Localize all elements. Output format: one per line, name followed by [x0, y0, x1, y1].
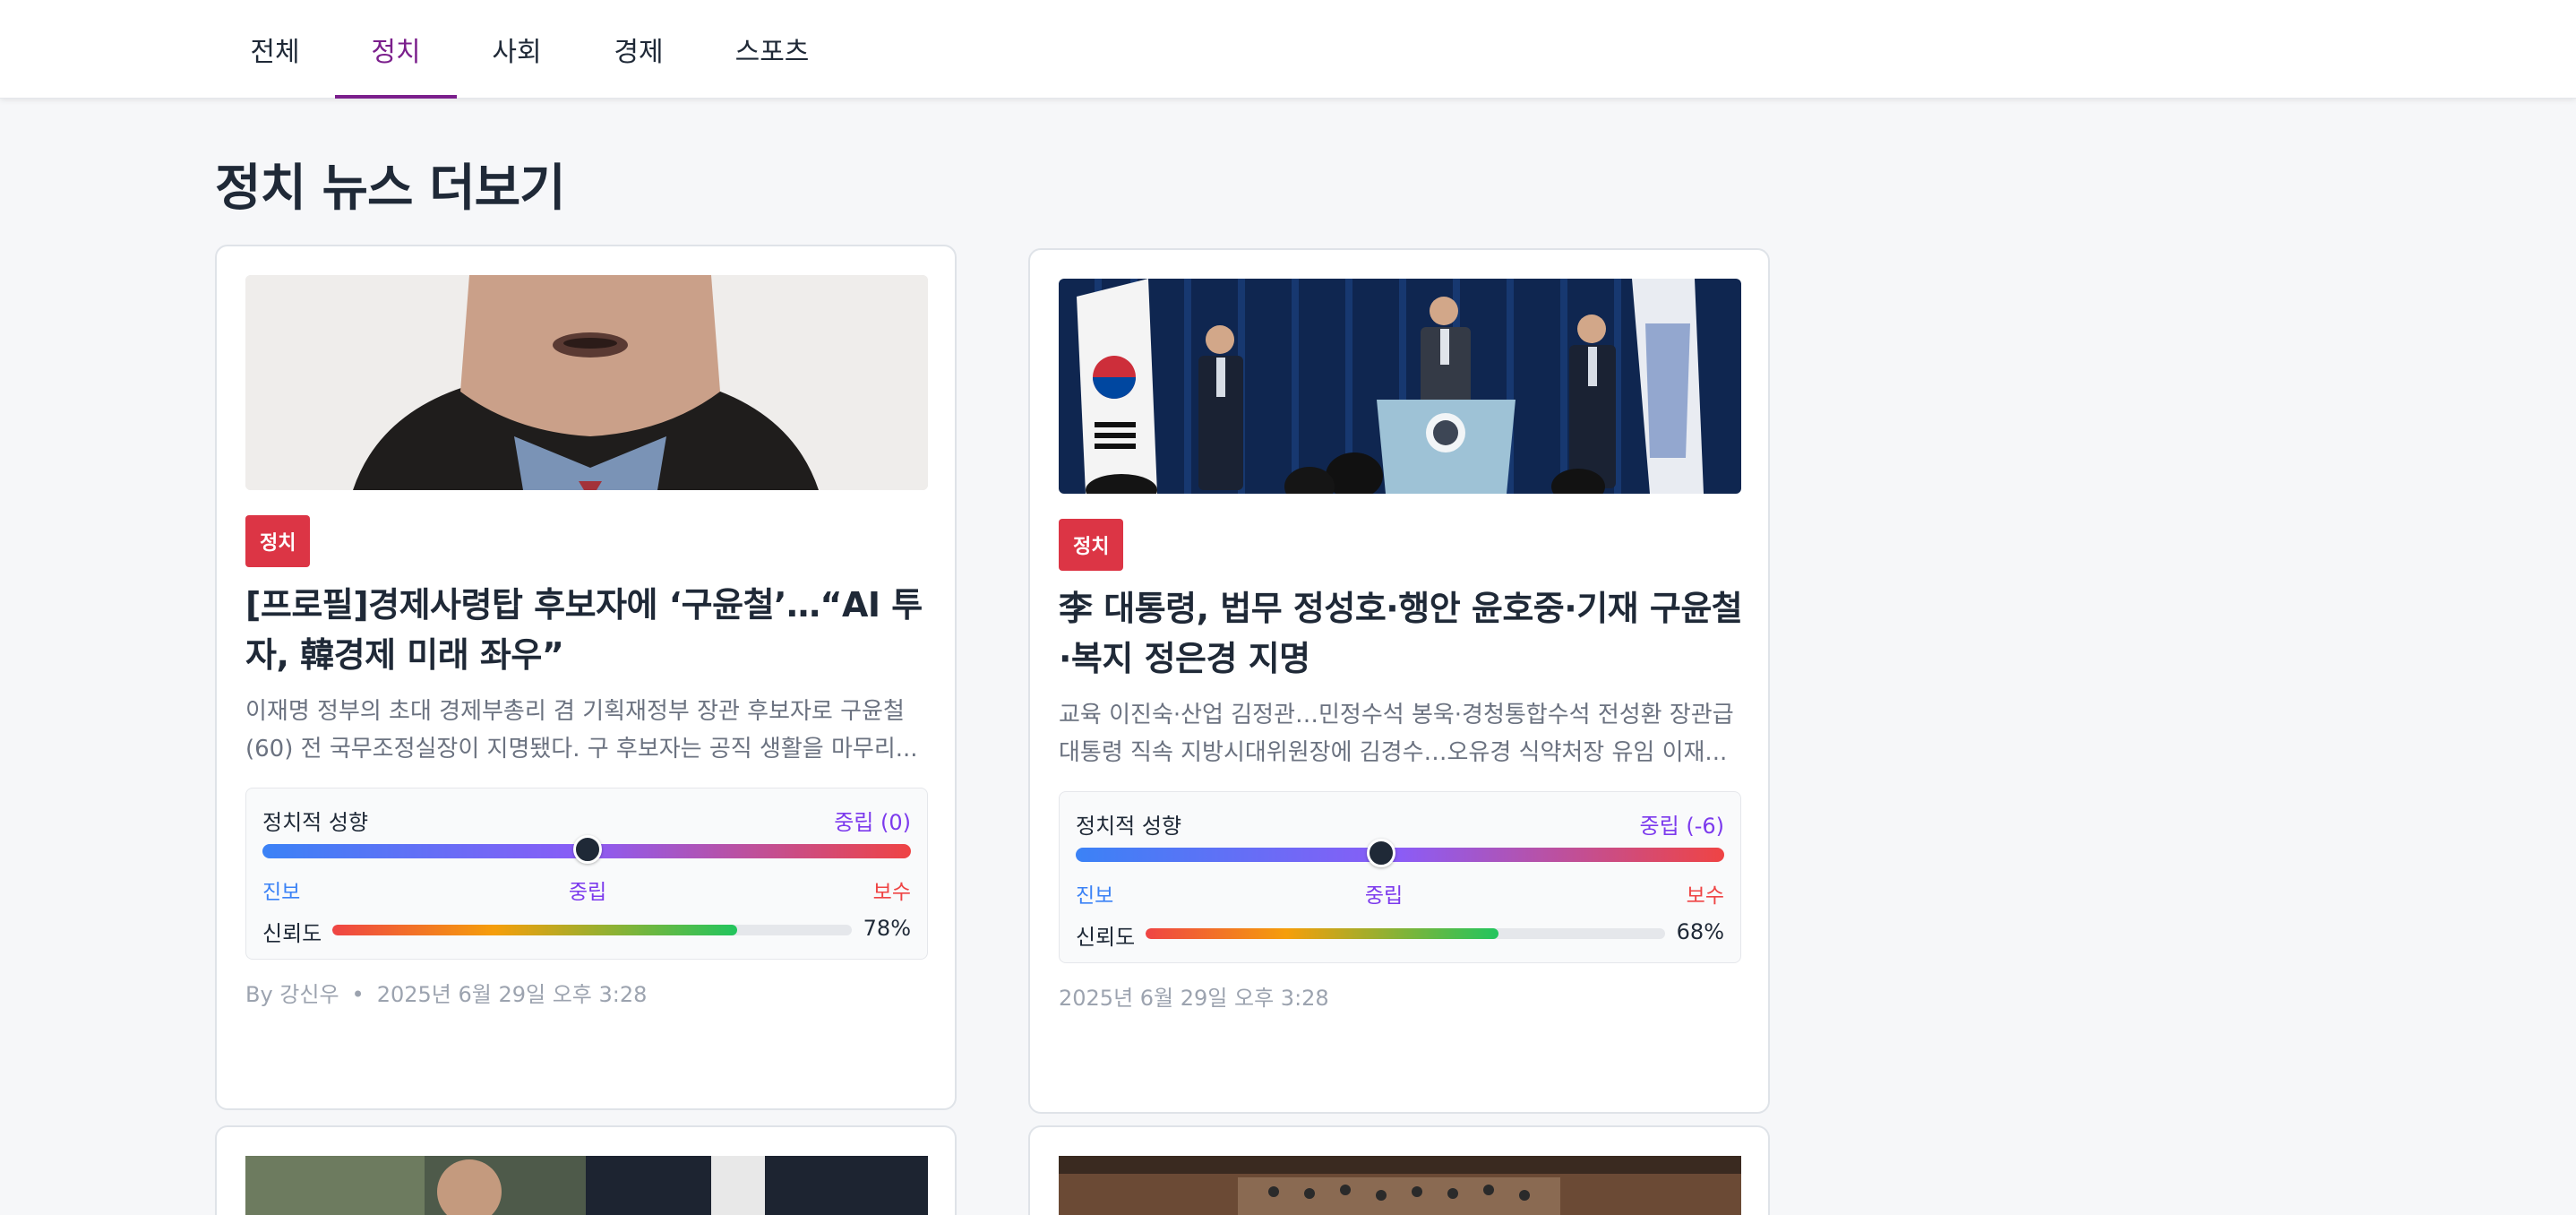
- analysis-panel: 정치적 성향 중립 (-6) 진보 중립 보수 신뢰도 68%: [1059, 791, 1741, 963]
- reliability-bar: [332, 925, 852, 935]
- tab-society[interactable]: 사회: [485, 0, 548, 99]
- scale-neutral-label: 중립: [1364, 884, 1404, 908]
- reliability-label: 신뢰도: [1076, 925, 1136, 950]
- tab-economy[interactable]: 경제: [607, 0, 670, 99]
- reliability-bar: [1146, 928, 1665, 939]
- political-lean-label: 정치적 성향: [1076, 814, 1182, 839]
- news-meta: 2025년 6월 29일 오후 3:28: [1059, 980, 1329, 1012]
- news-meta: By 강신우 • 2025년 6월 29일 오후 3:28: [245, 977, 647, 1008]
- scale-conservative-label: 보수: [872, 881, 911, 904]
- category-badge: 정치: [245, 515, 311, 567]
- news-date: 2025년 6월 29일 오후 3:28: [1059, 986, 1329, 1011]
- news-photo: [1059, 279, 1741, 494]
- news-thumbnail[interactable]: [245, 275, 928, 490]
- reliability-value: 78%: [863, 916, 911, 941]
- category-badge: 정치: [1059, 519, 1124, 571]
- scale-conservative-label: 보수: [1686, 884, 1724, 908]
- tab-politics[interactable]: 정치: [335, 0, 457, 99]
- reliability-bar-fill: [1146, 928, 1499, 939]
- news-date: 2025년 6월 29일 오후 3:28: [376, 982, 648, 1007]
- news-author: By 강신우: [245, 982, 339, 1007]
- news-thumbnail[interactable]: [1059, 279, 1741, 494]
- tab-sports[interactable]: 스포츠: [727, 0, 817, 99]
- reliability-label: 신뢰도: [262, 921, 322, 946]
- section-title: 정치 뉴스 더보기: [215, 159, 566, 218]
- analysis-panel: 정치적 성향 중립 (0) 진보 중립 보수 신뢰도 78%: [245, 788, 928, 960]
- news-summary: 이재명 정부의 초대 경제부총리 겸 기획재정부 장관 후보자로 구윤철(60)…: [245, 698, 918, 763]
- news-card[interactable]: [215, 1125, 957, 1215]
- reliability-value: 68%: [1676, 919, 1724, 944]
- political-lean-track: [1076, 848, 1724, 862]
- tab-all[interactable]: 전체: [244, 0, 306, 99]
- news-photo: [245, 275, 928, 490]
- news-summary: 교육 이진숙·산업 김정관…민정수석 봉욱·경청통합수석 전성환 장관급 대통령…: [1059, 702, 1734, 766]
- political-lean-marker: [573, 835, 602, 864]
- meta-separator: •: [351, 982, 365, 1007]
- news-thumbnail[interactable]: [245, 1156, 928, 1215]
- scale-progressive-label: 진보: [1076, 884, 1114, 908]
- news-thumbnail[interactable]: [1059, 1156, 1741, 1215]
- reliability-bar-fill: [332, 925, 738, 935]
- political-lean-value: 중립 (0): [834, 810, 911, 835]
- news-card[interactable]: 정치 李 대통령, 법무 정성호·행안 윤호중·기재 구윤철·복지 정은경 지명…: [1028, 248, 1770, 1114]
- political-lean-label: 정치적 성향: [262, 810, 369, 835]
- news-card[interactable]: [1028, 1125, 1770, 1215]
- category-nav: 전체 정치 사회 경제 스포츠: [0, 0, 2576, 99]
- news-headline[interactable]: 李 대통령, 법무 정성호·행안 윤호중·기재 구윤철·복지 정은경 지명: [1059, 583, 1748, 684]
- political-lean-marker: [1367, 839, 1396, 867]
- news-card[interactable]: 정치 [프로필]경제사령탑 후보자에 ‘구윤철’…“AI 투자, 韓경제 미래 …: [215, 245, 957, 1110]
- news-headline[interactable]: [프로필]경제사령탑 후보자에 ‘구윤철’…“AI 투자, 韓경제 미래 좌우”: [245, 580, 935, 680]
- scale-progressive-label: 진보: [262, 881, 301, 904]
- scale-neutral-label: 중립: [568, 881, 607, 904]
- political-lean-value: 중립 (-6): [1639, 814, 1724, 839]
